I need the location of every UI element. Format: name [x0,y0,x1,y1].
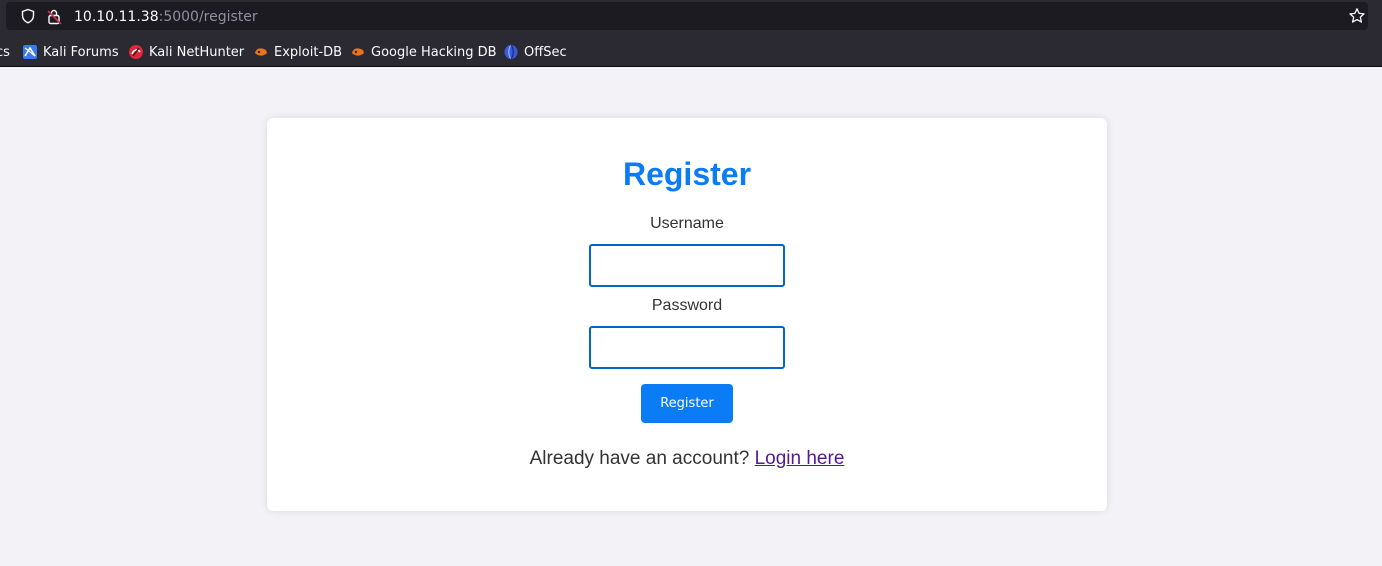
username-label: Username [650,215,724,232]
login-prompt-text: Already have an account? [529,448,750,469]
kali-nethunter-icon [129,45,143,59]
ghdb-icon [352,48,364,56]
bookmarks-toolbar: cs Kali Forums Kali NetHunter Exploit-DB… [0,36,1382,67]
bookmark-label: Kali Forums [43,44,119,60]
login-link[interactable]: Login here [755,448,845,469]
bookmark-offsec[interactable]: OffSec [503,43,567,61]
address-bar[interactable]: 10.10.11.38:5000/register [6,2,1368,30]
page-title: Register [622,156,752,192]
bookmark-star-icon[interactable] [1348,7,1366,25]
exploit-db-icon [255,48,267,56]
shield-icon[interactable] [20,8,36,24]
bookmark-truncated[interactable]: cs [0,43,10,61]
bookmark-label: OffSec [524,44,567,60]
password-field[interactable] [589,326,785,369]
register-button[interactable]: Register [641,384,733,423]
bookmark-google-hacking-db[interactable]: Google Hacking DB [350,43,497,61]
register-card: Register Username Password Register Alre… [267,118,1107,511]
bookmark-label: Kali NetHunter [149,44,245,60]
login-prompt: Already have an account? Login here [267,448,1107,470]
url-text[interactable]: 10.10.11.38:5000/register [74,8,258,26]
offsec-icon [504,44,518,60]
username-field[interactable] [589,244,785,287]
bookmark-label: cs [0,44,10,60]
kali-forums-icon [23,45,37,59]
url-host: 10.10.11.38 [74,9,159,25]
insecure-lock-icon[interactable] [46,8,64,26]
bookmark-kali-nethunter[interactable]: Kali NetHunter [128,43,244,61]
bookmark-label: Exploit-DB [274,44,343,60]
page-body: Register Username Password Register Alre… [0,68,1382,566]
bookmark-exploit-db[interactable]: Exploit-DB [253,43,342,61]
browser-toolbar: 10.10.11.38:5000/register [0,0,1382,36]
url-path: :5000/register [158,9,258,25]
password-label: Password [651,297,723,314]
bookmark-kali-forums[interactable]: Kali Forums [22,43,119,61]
bookmark-label: Google Hacking DB [371,44,497,60]
